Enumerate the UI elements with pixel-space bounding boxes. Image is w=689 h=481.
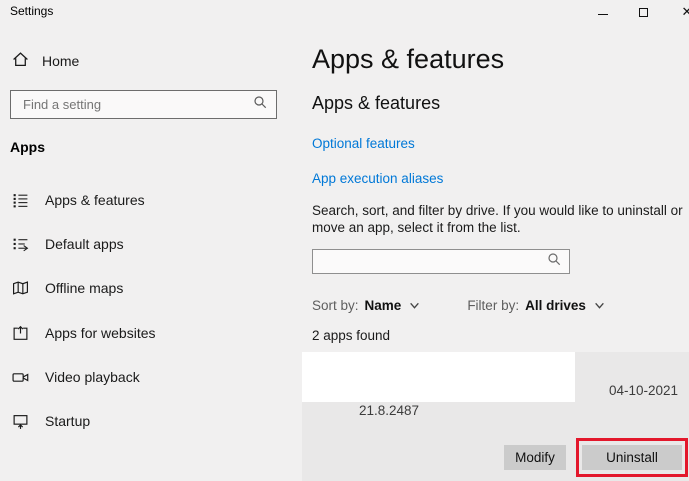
- page-title: Apps & features: [312, 44, 504, 75]
- app-search-input[interactable]: [313, 254, 547, 269]
- sidebar-item-video-playback[interactable]: Video playback: [0, 357, 283, 397]
- chevron-down-icon: [409, 300, 420, 311]
- startup-icon: [11, 412, 29, 430]
- optional-features-link[interactable]: Optional features: [312, 136, 415, 151]
- app-execution-aliases-link[interactable]: App execution aliases: [312, 171, 443, 186]
- app-name-redacted-area: [302, 352, 575, 402]
- apps-for-websites-icon: [11, 324, 29, 342]
- app-list-item-expanded[interactable]: 04-10-2021 21.8.2487 Modify Uninstall: [302, 352, 689, 481]
- app-search-box: [312, 249, 570, 274]
- app-version: 21.8.2487: [359, 403, 419, 418]
- sidebar-item-apps-for-websites[interactable]: Apps for websites: [0, 313, 283, 353]
- modify-button[interactable]: Modify: [504, 445, 566, 470]
- sidebar-item-label: Apps & features: [45, 192, 145, 208]
- sidebar-search-input[interactable]: [11, 97, 253, 112]
- app-install-date: 04-10-2021: [609, 383, 678, 398]
- sidebar-item-startup[interactable]: Startup: [0, 401, 283, 441]
- sidebar-item-label: Startup: [45, 413, 90, 429]
- sidebar-item-label: Apps for websites: [45, 325, 156, 341]
- window-title: Settings: [10, 4, 53, 18]
- titlebar: Settings ✕: [0, 0, 689, 30]
- sidebar-search-box: [10, 90, 277, 119]
- filter-by-dropdown[interactable]: Filter by: All drives: [467, 298, 605, 313]
- search-icon: [253, 95, 267, 114]
- chevron-down-icon: [594, 300, 605, 311]
- maximize-button[interactable]: [624, 0, 662, 24]
- sort-by-value: Name: [365, 298, 402, 313]
- offline-maps-icon: [11, 279, 29, 297]
- sidebar-item-label: Offline maps: [45, 280, 123, 296]
- sidebar-item-apps-features[interactable]: Apps & features: [0, 180, 283, 220]
- minimize-button[interactable]: [584, 0, 622, 24]
- description-text: Search, sort, and filter by drive. If yo…: [312, 202, 683, 236]
- filter-by-value: All drives: [525, 298, 586, 313]
- section-title: Apps & features: [312, 93, 440, 114]
- filter-by-label: Filter by:: [467, 298, 519, 313]
- minimize-icon: [598, 14, 608, 15]
- maximize-icon: [639, 8, 648, 17]
- close-icon: ✕: [682, 4, 689, 20]
- sidebar-item-offline-maps[interactable]: Offline maps: [0, 268, 283, 308]
- uninstall-button[interactable]: Uninstall: [582, 445, 682, 470]
- settings-window: Settings ✕ Home: [0, 0, 689, 481]
- video-playback-icon: [11, 368, 29, 386]
- sidebar-item-home[interactable]: Home: [12, 50, 79, 72]
- apps-found-count: 2 apps found: [312, 328, 390, 343]
- home-icon: [12, 51, 29, 71]
- sort-filter-row: Sort by: Name Filter by: All drives: [312, 297, 605, 313]
- sidebar-item-label: Default apps: [45, 236, 124, 252]
- apps-features-icon: [11, 191, 29, 209]
- sidebar-item-label: Home: [42, 53, 79, 69]
- close-button[interactable]: ✕: [668, 0, 689, 24]
- sort-by-label: Sort by:: [312, 298, 359, 313]
- search-icon: [547, 252, 561, 271]
- sort-by-dropdown[interactable]: Sort by: Name: [312, 298, 420, 313]
- sidebar-section-header: Apps: [10, 139, 45, 155]
- default-apps-icon: [11, 235, 29, 253]
- sidebar-item-label: Video playback: [45, 369, 140, 385]
- red-highlight-annotation: Uninstall: [576, 438, 688, 477]
- sidebar-item-default-apps[interactable]: Default apps: [0, 224, 283, 264]
